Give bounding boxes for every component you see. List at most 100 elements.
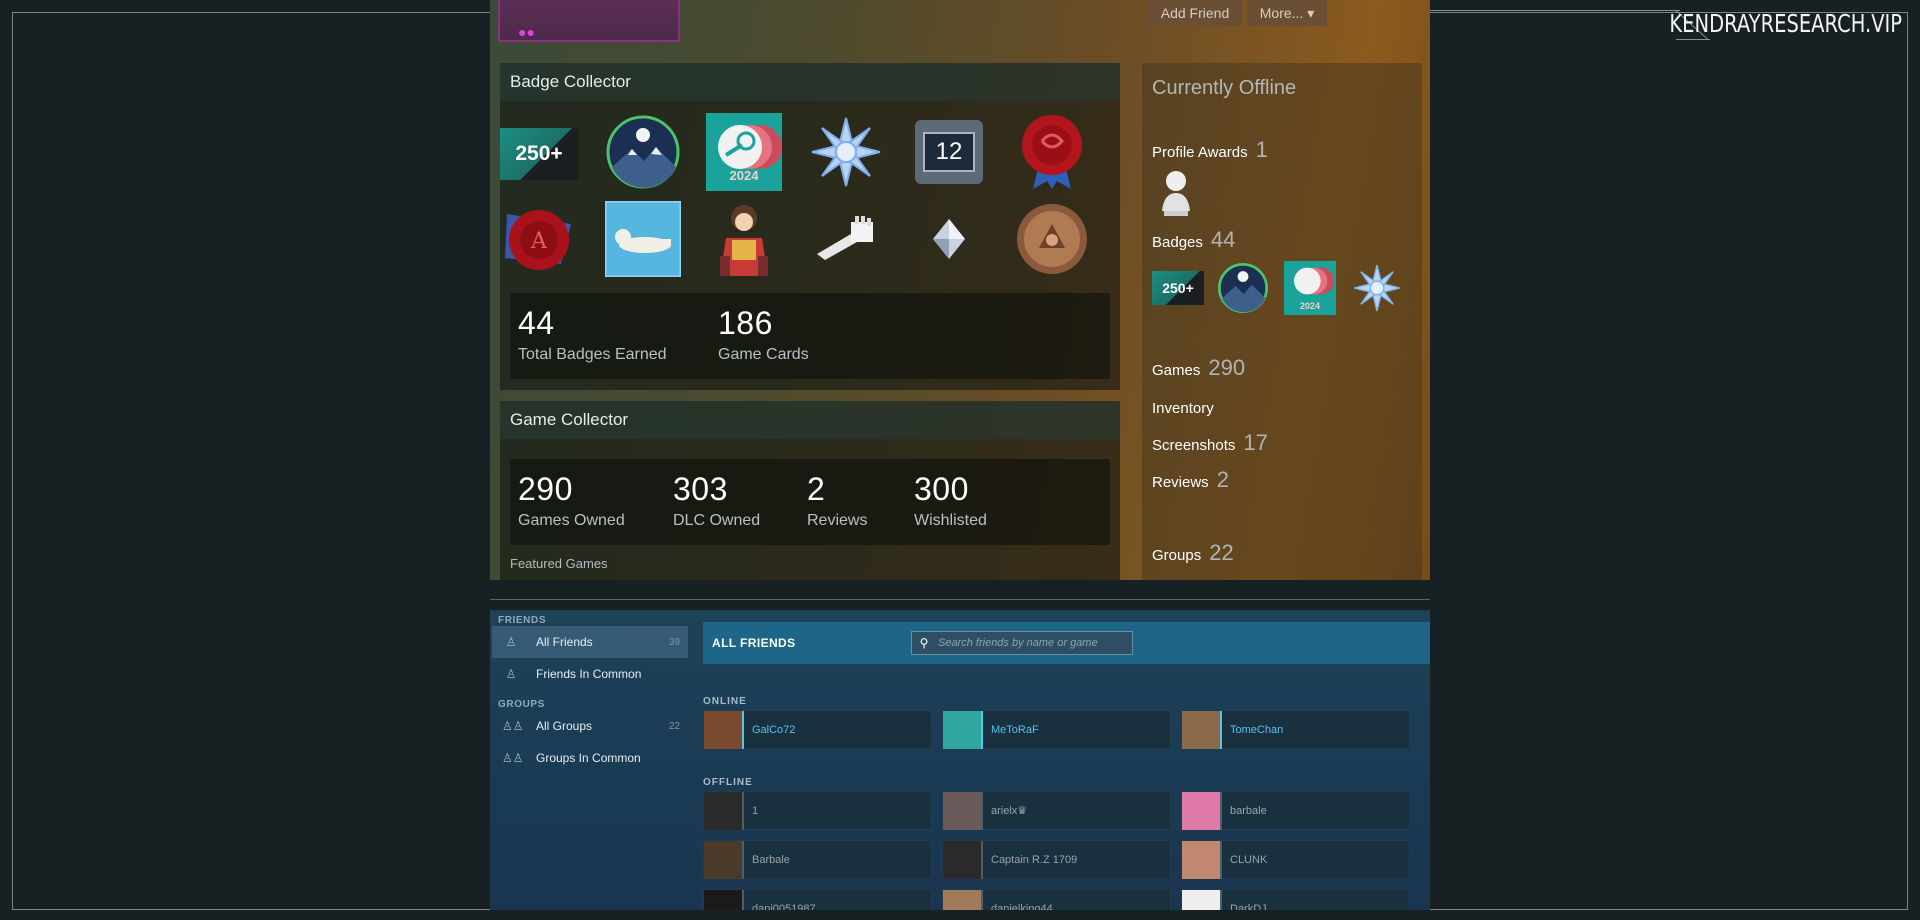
friend-search-input[interactable] [938,637,1128,649]
steam-2024-label: 2024 [729,168,759,183]
offline-friend-tile[interactable]: dani0051987 [703,889,932,910]
sidebar-reviews-label: Reviews [1152,474,1209,491]
sidebar-badges-row: 250+ 2024 [1150,259,1420,315]
friend-name: dani0051987 [752,902,816,911]
years-badge-plate: 12 [915,120,983,184]
game-cards-label: Game Cards [718,346,809,363]
game-collector-card: Game Collector 290 Games Owned 303 DLC O… [500,401,1120,580]
total-badges-value: 44 [518,305,555,341]
offline-label: OFFLINE [703,777,753,788]
badges-link[interactable]: Badges 44 [1152,227,1235,253]
total-badges-stat[interactable]: 44 Total Badges Earned [518,305,667,364]
online-status: Currently Offline [1152,77,1297,99]
anime-character-badge[interactable] [705,200,783,278]
friend-avatar [704,889,744,910]
red-wax-seal-ribbon-badge[interactable] [1013,113,1091,191]
steam-2024-badge[interactable]: 2024 [705,113,783,191]
reviews-link[interactable]: Reviews 2 [1152,467,1229,493]
game-stats-box: 290 Games Owned 303 DLC Owned 2 Reviews … [510,459,1110,545]
avatar-frame-icon: ●● [518,24,535,40]
offline-friend-tile[interactable]: Barbale [703,840,932,879]
game-cards-stat[interactable]: 186 Game Cards [718,305,809,364]
nav-friends-in-common-label: Friends In Common [536,667,642,681]
sidebar-moon-badge[interactable] [1218,263,1268,318]
badges-count: 44 [1210,227,1236,252]
add-friend-button[interactable]: Add Friend [1148,0,1242,26]
games-owned-stat[interactable]: 290 Games Owned [518,471,625,530]
reviews-stat[interactable]: 2 Reviews [807,471,867,530]
diamond-badge[interactable] [910,200,988,278]
offline-friend-tile[interactable]: arielx♛ [942,791,1171,830]
friends-header-title: ALL FRIENDS [712,636,796,650]
mechanical-arm-badge[interactable] [807,200,885,278]
screenshots-label: Screenshots [1152,437,1236,454]
online-friend-tile[interactable]: MeToRaF [942,710,1171,749]
groups-label: Groups [1152,547,1202,564]
person-icon: ♙ [505,667,517,681]
sidebar-reviews-count: 2 [1216,467,1229,492]
sidebar-250-badge[interactable]: 250+ [1152,271,1204,305]
games-link[interactable]: Games 290 [1152,355,1245,381]
game-collector-title: Game Collector [500,401,1120,439]
games-label: Games [1152,362,1201,379]
offline-friend-tile[interactable]: danielkinq44 [942,889,1171,910]
profile-panel: ●● Add Friend More... ▾ Badge Collector … [490,0,1430,580]
online-friend-tile[interactable]: TomeChan [1181,710,1410,749]
dlc-owned-stat[interactable]: 303 DLC Owned [673,471,760,530]
offline-friend-tile[interactable]: barbale [1181,791,1410,830]
sidebar-2024-badge[interactable]: 2024 [1284,261,1336,315]
inventory-link[interactable]: Inventory [1152,400,1214,417]
friend-avatar [943,710,983,749]
offline-friend-tile[interactable]: 1 [703,791,932,830]
game-cards-value: 186 [718,305,773,341]
sidebar-steam-icon [1294,267,1334,295]
wax-seal-icon: A [505,210,571,270]
offline-friend-tile[interactable]: Captain R.Z 1709 [942,840,1171,879]
friend-name: TomeChan [1230,723,1284,736]
bronze-emblem-badge[interactable] [1013,200,1091,278]
nav-all-friends-label: All Friends [536,635,593,649]
offline-friend-tile[interactable]: CLUNK [1181,840,1410,879]
years-of-service-badge[interactable]: 12 [910,113,988,191]
250-games-badge[interactable]: 250+ [500,115,578,193]
friends-header: ALL FRIENDS ⚲ [703,622,1430,664]
nav-groups-in-common[interactable]: ♙♙ Groups In Common [492,742,688,774]
badge-collector-title: Badge Collector [500,63,1120,101]
screenshots-link[interactable]: Screenshots 17 [1152,430,1268,456]
nav-all-friends[interactable]: ♙ All Friends 39 [492,626,688,658]
badge-collector-card: Badge Collector 250+ 2024 12 A 44 Total … [500,63,1120,390]
snowflake-badge[interactable] [807,113,885,191]
years-badge-number: 12 [923,132,975,172]
online-label: ONLINE [703,696,747,707]
sleeping-figure-badge[interactable] [604,200,682,278]
nav-all-groups[interactable]: ♙♙ All Groups 22 [492,710,688,742]
friend-avatar [943,889,983,910]
250-badge-art: 250+ [500,128,578,180]
watermark: KENDRAYRESEARCH.VIP [1669,8,1902,38]
nav-all-groups-count: 22 [668,720,680,732]
featured-games-label: Featured Games [510,556,608,571]
more-button[interactable]: More... ▾ [1247,0,1327,26]
moon-mountain-icon [606,115,680,189]
sidebar-moon-icon [1218,263,1268,313]
friend-avatar [943,791,983,830]
nav-friends-in-common[interactable]: ♙ Friends In Common [492,658,688,690]
anime-character-icon [720,205,768,276]
wishlisted-stat[interactable]: 300 Wishlisted [914,471,987,530]
groups-link[interactable]: Groups 22 [1152,540,1234,566]
dlc-owned-label: DLC Owned [673,512,761,529]
wax-seal-ribbon-icon [1022,115,1082,189]
moon-mountain-badge[interactable] [604,113,682,191]
profile-awards-link[interactable]: Profile Awards 1 [1152,137,1268,163]
friend-avatar [704,791,744,830]
screenshots-count: 17 [1243,430,1268,455]
profile-award-bust-icon[interactable] [1156,167,1196,217]
red-wax-seal-badge[interactable]: A [500,200,578,278]
friend-avatar [1182,840,1222,879]
sleeping-figure-icon [605,201,681,277]
offline-friend-tile[interactable]: DarkDJ [1181,889,1410,910]
friend-search[interactable]: ⚲ [911,631,1133,655]
online-friend-tile[interactable]: GalCo72 [703,710,932,749]
sidebar-snowflake-badge[interactable] [1352,263,1402,318]
friend-avatar [704,710,744,749]
